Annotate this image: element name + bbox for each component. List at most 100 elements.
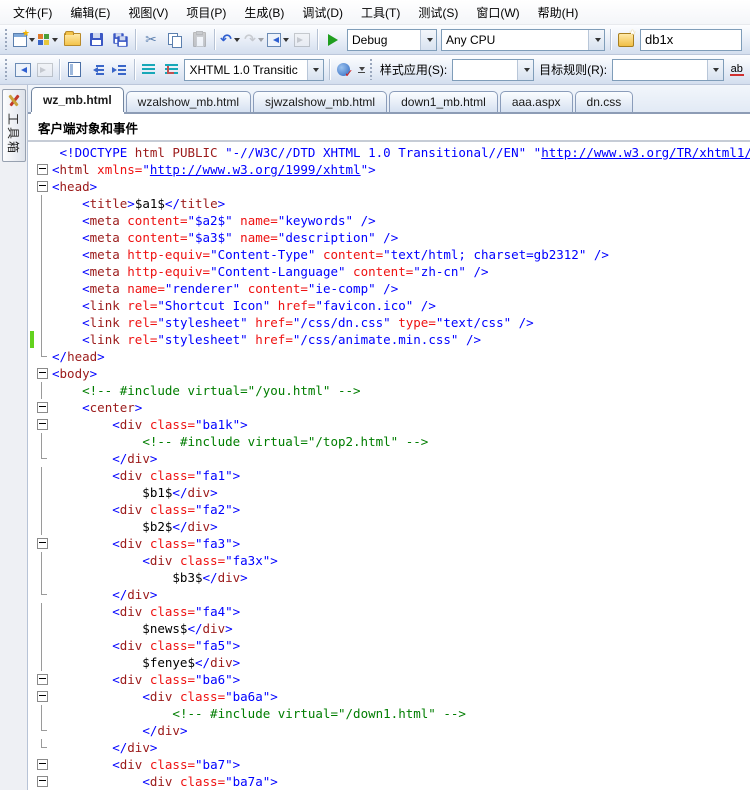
menu-item[interactable]: 编辑(E): [61, 1, 119, 24]
document-tab[interactable]: wz_mb.html: [31, 87, 124, 112]
paste-button[interactable]: [188, 29, 210, 51]
fold-collapse-box[interactable]: [34, 535, 50, 552]
redo-button[interactable]: ↷: [243, 29, 265, 51]
code-line[interactable]: </div>: [28, 586, 750, 603]
increase-indent-button[interactable]: [109, 59, 129, 81]
menu-item[interactable]: 测试(S): [409, 1, 467, 24]
code-line[interactable]: <div class="ba7">: [28, 756, 750, 773]
target-rule-combobox[interactable]: [612, 59, 724, 81]
find-input[interactable]: [640, 29, 742, 51]
code-line[interactable]: </div>: [28, 739, 750, 756]
code-line[interactable]: <link rel="stylesheet" href="/css/dn.css…: [28, 314, 750, 331]
code-line[interactable]: <div class="ba6a">: [28, 688, 750, 705]
code-line[interactable]: </div>: [28, 450, 750, 467]
menu-item[interactable]: 工具(T): [352, 1, 409, 24]
fold-collapse-box[interactable]: [34, 671, 50, 688]
find-in-files-button[interactable]: [615, 29, 637, 51]
document-tab[interactable]: down1_mb.html: [389, 91, 498, 112]
menu-item[interactable]: 生成(B): [235, 1, 293, 24]
menu-item[interactable]: 帮助(H): [529, 1, 588, 24]
code-line[interactable]: $b2$</div>: [28, 518, 750, 535]
code-line[interactable]: <div class="fa3">: [28, 535, 750, 552]
document-tab[interactable]: dn.css: [575, 91, 634, 112]
configuration-combobox[interactable]: Debug: [347, 29, 437, 51]
toolbox-tab[interactable]: 工具箱: [2, 89, 26, 162]
code-line[interactable]: <!-- #include virtual="/down1.html" -->: [28, 705, 750, 722]
copy-button[interactable]: [164, 29, 186, 51]
start-debugging-button[interactable]: [322, 29, 344, 51]
code-line[interactable]: </div>: [28, 722, 750, 739]
code-area[interactable]: <!DOCTYPE html PUBLIC "-//W3C//DTD XHTML…: [28, 142, 750, 790]
validation-schema-combobox[interactable]: XHTML 1.0 Transitic: [184, 59, 323, 81]
client-objects-events-dropdown[interactable]: 客户端对象和事件: [28, 114, 750, 142]
toolbar-grip[interactable]: [369, 59, 374, 80]
decrease-indent-button[interactable]: [87, 59, 107, 81]
code-line[interactable]: <meta content="$a3$" name="description" …: [28, 229, 750, 246]
code-line[interactable]: <!-- #include virtual="/top2.html" -->: [28, 433, 750, 450]
code-line[interactable]: <html xmlns="http://www.w3.org/1999/xhtm…: [28, 161, 750, 178]
toolbar-grip[interactable]: [4, 59, 9, 80]
open-file-button[interactable]: [61, 29, 83, 51]
fold-collapse-box[interactable]: [34, 756, 50, 773]
save-button[interactable]: [85, 29, 107, 51]
fold-collapse-box[interactable]: [34, 399, 50, 416]
document-tab[interactable]: sjwzalshow_mb.html: [253, 91, 387, 112]
code-line[interactable]: <link rel="stylesheet" href="/css/animat…: [28, 331, 750, 348]
save-all-button[interactable]: [109, 29, 131, 51]
navigate-backward-button-2[interactable]: [13, 59, 33, 81]
code-line[interactable]: <head>: [28, 178, 750, 195]
code-line[interactable]: <div class="ba1k">: [28, 416, 750, 433]
code-line[interactable]: <center>: [28, 399, 750, 416]
menu-item[interactable]: 调试(D): [293, 1, 352, 24]
add-item-button[interactable]: [37, 29, 59, 51]
document-tab[interactable]: wzalshow_mb.html: [126, 91, 251, 112]
undo-button[interactable]: ↶: [219, 29, 241, 51]
fold-collapse-box[interactable]: [34, 161, 50, 178]
toolbar-grip[interactable]: [4, 29, 9, 50]
navigate-backward-button[interactable]: [267, 29, 289, 51]
fold-collapse-box[interactable]: [34, 416, 50, 433]
comment-lines-button[interactable]: [139, 59, 159, 81]
code-line[interactable]: <div class="fa3x">: [28, 552, 750, 569]
code-line[interactable]: <div class="fa1">: [28, 467, 750, 484]
style-apply-combobox[interactable]: [452, 59, 534, 81]
code-line[interactable]: $b1$</div>: [28, 484, 750, 501]
code-line[interactable]: </head>: [28, 348, 750, 365]
code-line[interactable]: <div class="fa2">: [28, 501, 750, 518]
format-document-button[interactable]: [64, 59, 84, 81]
style-tool-button[interactable]: ab: [727, 59, 747, 81]
code-line[interactable]: <body>: [28, 365, 750, 382]
toolbar-overflow-button[interactable]: [356, 67, 367, 73]
code-line[interactable]: $fenye$</div>: [28, 654, 750, 671]
code-line[interactable]: <div class="fa4">: [28, 603, 750, 620]
navigate-forward-button[interactable]: [291, 29, 313, 51]
menu-item[interactable]: 视图(V): [119, 1, 177, 24]
fold-collapse-box[interactable]: [34, 365, 50, 382]
code-line[interactable]: <meta content="$a2$" name="keywords" />: [28, 212, 750, 229]
code-line[interactable]: <meta http-equiv="Content-Type" content=…: [28, 246, 750, 263]
code-line[interactable]: <div class="fa5">: [28, 637, 750, 654]
uncomment-lines-button[interactable]: [161, 59, 181, 81]
code-line[interactable]: <meta name="renderer" content="ie-comp" …: [28, 280, 750, 297]
code-line[interactable]: $news$</div>: [28, 620, 750, 637]
code-line[interactable]: <!-- #include virtual="/you.html" -->: [28, 382, 750, 399]
code-line[interactable]: <div class="ba7a">: [28, 773, 750, 790]
check-page-validation-button[interactable]: [334, 59, 354, 81]
cut-button[interactable]: ✂: [140, 29, 162, 51]
navigate-forward-button-2[interactable]: [35, 59, 55, 81]
menu-item[interactable]: 窗口(W): [467, 1, 528, 24]
fold-collapse-box[interactable]: [34, 773, 50, 790]
fold-collapse-box[interactable]: [34, 178, 50, 195]
code-line[interactable]: <title>$a1$</title>: [28, 195, 750, 212]
code-line[interactable]: <link rel="Shortcut Icon" href="favicon.…: [28, 297, 750, 314]
platform-combobox[interactable]: Any CPU: [441, 29, 605, 51]
code-line[interactable]: <div class="ba6">: [28, 671, 750, 688]
code-line[interactable]: <meta http-equiv="Content-Language" cont…: [28, 263, 750, 280]
document-tab[interactable]: aaa.aspx: [500, 91, 573, 112]
menu-item[interactable]: 项目(P): [177, 1, 235, 24]
code-line[interactable]: <!DOCTYPE html PUBLIC "-//W3C//DTD XHTML…: [28, 144, 750, 161]
new-project-button[interactable]: [13, 29, 35, 51]
fold-collapse-box[interactable]: [34, 688, 50, 705]
code-line[interactable]: $b3$</div>: [28, 569, 750, 586]
menu-item[interactable]: 文件(F): [4, 1, 61, 24]
